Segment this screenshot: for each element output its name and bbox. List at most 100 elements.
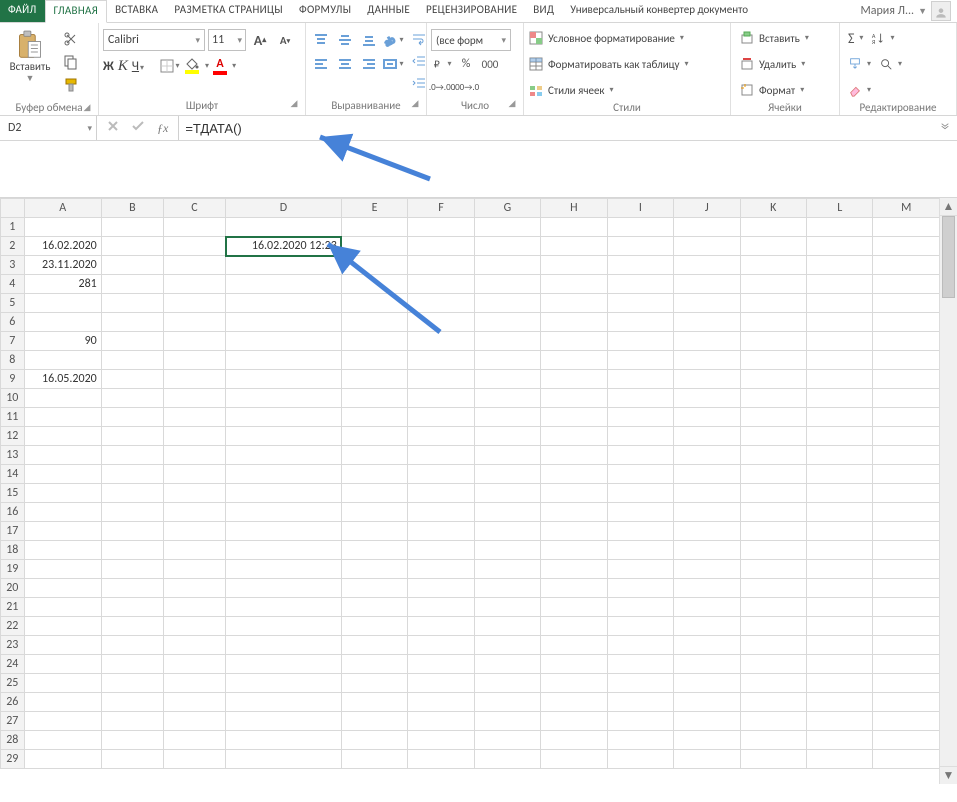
cell-J1[interactable] xyxy=(674,218,740,237)
cell-C12[interactable] xyxy=(163,427,225,446)
cell-K20[interactable] xyxy=(740,579,806,598)
cell-A13[interactable] xyxy=(24,446,101,465)
column-header-F[interactable]: F xyxy=(408,199,474,218)
cell-F11[interactable] xyxy=(408,408,474,427)
number-format-combo[interactable]: (все форм ▾ xyxy=(431,29,511,51)
cell-C8[interactable] xyxy=(163,351,225,370)
cell-K3[interactable] xyxy=(740,256,806,275)
cell-J19[interactable] xyxy=(674,560,740,579)
fill-button[interactable]: ▾ xyxy=(844,53,875,75)
cell-B28[interactable] xyxy=(101,731,163,750)
cell-I26[interactable] xyxy=(607,693,673,712)
cell-K24[interactable] xyxy=(740,655,806,674)
cell-H2[interactable] xyxy=(541,237,607,256)
column-header-K[interactable]: K xyxy=(740,199,806,218)
find-select-button[interactable]: ▾ xyxy=(875,53,906,75)
cell-M20[interactable] xyxy=(873,579,939,598)
cell-I2[interactable] xyxy=(607,237,673,256)
cell-C27[interactable] xyxy=(163,712,225,731)
cell-D26[interactable] xyxy=(226,693,342,712)
cell-B11[interactable] xyxy=(101,408,163,427)
cell-I20[interactable] xyxy=(607,579,673,598)
cell-D18[interactable] xyxy=(226,541,342,560)
cell-L6[interactable] xyxy=(807,313,873,332)
cell-J20[interactable] xyxy=(674,579,740,598)
cell-L23[interactable] xyxy=(807,636,873,655)
cell-B21[interactable] xyxy=(101,598,163,617)
row-header-19[interactable]: 19 xyxy=(1,560,25,579)
italic-button[interactable]: К xyxy=(118,58,128,75)
cell-G1[interactable] xyxy=(474,218,540,237)
paste-button[interactable]: Вставить ▼ xyxy=(4,25,56,101)
cell-D21[interactable] xyxy=(226,598,342,617)
cell-K16[interactable] xyxy=(740,503,806,522)
cell-E9[interactable] xyxy=(341,370,407,389)
cell-L22[interactable] xyxy=(807,617,873,636)
cell-G29[interactable] xyxy=(474,750,540,769)
cell-J11[interactable] xyxy=(674,408,740,427)
delete-cells-button[interactable]: Удалить ▾ xyxy=(735,53,809,75)
cell-I7[interactable] xyxy=(607,332,673,351)
decrease-decimal-button[interactable]: .00→.0 xyxy=(455,77,477,97)
cell-M29[interactable] xyxy=(873,750,939,769)
cell-B8[interactable] xyxy=(101,351,163,370)
cell-E4[interactable] xyxy=(341,275,407,294)
cell-E25[interactable] xyxy=(341,674,407,693)
row-header-2[interactable]: 2 xyxy=(1,237,25,256)
cell-J26[interactable] xyxy=(674,693,740,712)
cell-M6[interactable] xyxy=(873,313,939,332)
cell-I10[interactable] xyxy=(607,389,673,408)
cell-B18[interactable] xyxy=(101,541,163,560)
column-header-D[interactable]: D xyxy=(226,199,342,218)
scroll-up-button[interactable]: ▲ xyxy=(940,198,957,216)
row-header-3[interactable]: 3 xyxy=(1,256,25,275)
cell-F19[interactable] xyxy=(408,560,474,579)
cell-A20[interactable] xyxy=(24,579,101,598)
cell-D9[interactable] xyxy=(226,370,342,389)
cell-K15[interactable] xyxy=(740,484,806,503)
cell-C10[interactable] xyxy=(163,389,225,408)
cell-I6[interactable] xyxy=(607,313,673,332)
cell-J9[interactable] xyxy=(674,370,740,389)
cell-M12[interactable] xyxy=(873,427,939,446)
cell-G8[interactable] xyxy=(474,351,540,370)
cell-styles-button[interactable]: Стили ячеек ▾ xyxy=(528,79,620,101)
cell-M24[interactable] xyxy=(873,655,939,674)
cell-G4[interactable] xyxy=(474,275,540,294)
cell-D25[interactable] xyxy=(226,674,342,693)
cell-D10[interactable] xyxy=(226,389,342,408)
cell-B16[interactable] xyxy=(101,503,163,522)
cell-B15[interactable] xyxy=(101,484,163,503)
row-header-8[interactable]: 8 xyxy=(1,351,25,370)
cell-F12[interactable] xyxy=(408,427,474,446)
cell-L24[interactable] xyxy=(807,655,873,674)
cell-H21[interactable] xyxy=(541,598,607,617)
column-header-G[interactable]: G xyxy=(474,199,540,218)
cell-F26[interactable] xyxy=(408,693,474,712)
cell-F22[interactable] xyxy=(408,617,474,636)
cell-L28[interactable] xyxy=(807,731,873,750)
sort-filter-button[interactable]: AЯ ▾ xyxy=(867,27,898,49)
cell-M23[interactable] xyxy=(873,636,939,655)
cell-J6[interactable] xyxy=(674,313,740,332)
user-account[interactable]: Мария Л... ▼ xyxy=(854,0,957,22)
cell-K25[interactable] xyxy=(740,674,806,693)
cell-A4[interactable]: 281 xyxy=(24,275,101,294)
cell-K22[interactable] xyxy=(740,617,806,636)
cell-M25[interactable] xyxy=(873,674,939,693)
cell-C17[interactable] xyxy=(163,522,225,541)
cell-J28[interactable] xyxy=(674,731,740,750)
format-as-table-button[interactable]: Форматировать как таблицу ▾ xyxy=(528,53,695,75)
cell-H10[interactable] xyxy=(541,389,607,408)
cell-J5[interactable] xyxy=(674,294,740,313)
increase-decimal-button[interactable]: .0→.00 xyxy=(431,77,453,97)
cell-J23[interactable] xyxy=(674,636,740,655)
cell-C2[interactable] xyxy=(163,237,225,256)
cell-L17[interactable] xyxy=(807,522,873,541)
insert-cells-button[interactable]: Вставить ▾ xyxy=(735,27,813,49)
cell-L18[interactable] xyxy=(807,541,873,560)
cell-G22[interactable] xyxy=(474,617,540,636)
percent-format-button[interactable]: % xyxy=(455,54,477,74)
cell-K21[interactable] xyxy=(740,598,806,617)
cell-H22[interactable] xyxy=(541,617,607,636)
